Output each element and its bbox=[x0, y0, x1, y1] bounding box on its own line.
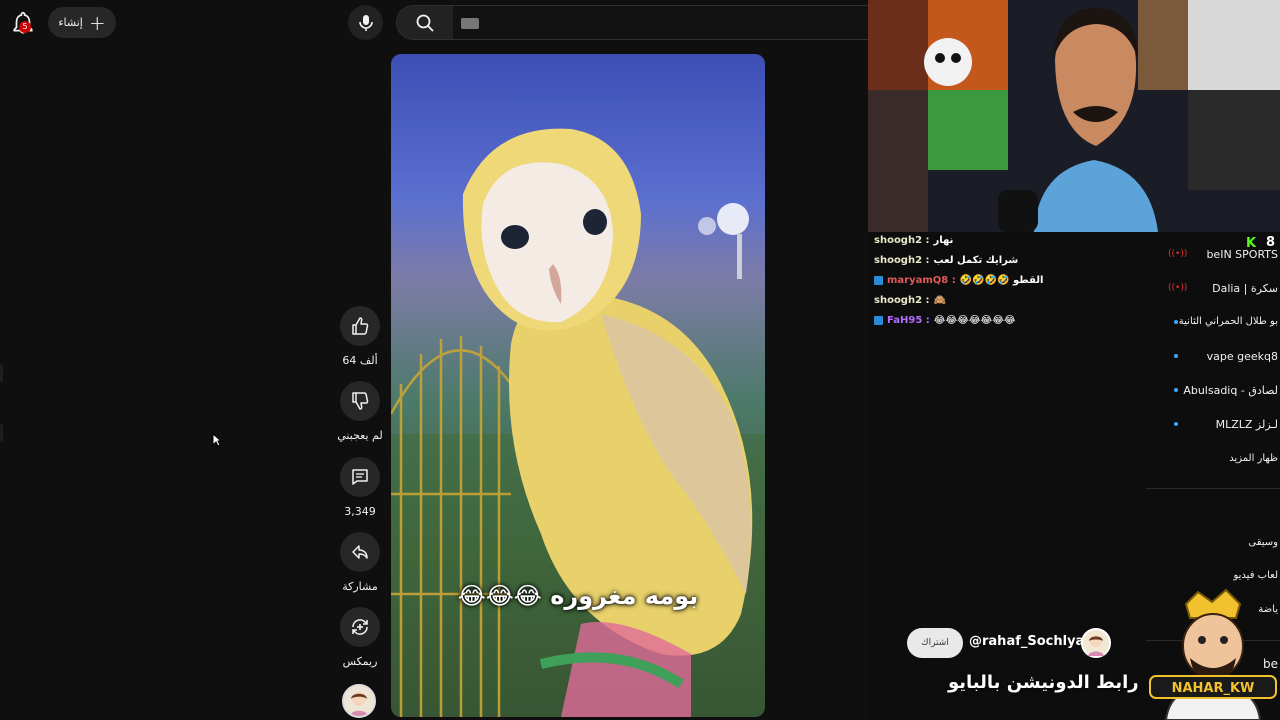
mascot-icon: NAHAR_KW bbox=[1149, 588, 1277, 720]
share-icon bbox=[352, 545, 368, 559]
remix-label: ريمكس bbox=[342, 655, 378, 668]
like-button[interactable]: 64 ألف bbox=[337, 306, 383, 367]
video-caption: بومه مغروره 😂😂😂 bbox=[457, 582, 699, 610]
sidebar-item-channel[interactable]: Dalia | سكرة bbox=[1212, 282, 1278, 295]
avatar-illustration bbox=[1088, 635, 1104, 656]
chat-user: maryamQ8 : bbox=[887, 275, 956, 286]
search-button[interactable] bbox=[397, 6, 453, 39]
handle-avatar bbox=[1081, 628, 1111, 658]
thumbs-down-icon bbox=[352, 392, 369, 410]
search-icon bbox=[416, 14, 434, 32]
chat-text: شرايك تكمل لعب bbox=[933, 255, 1019, 266]
comment-icon bbox=[352, 469, 368, 485]
chat-message: FaH95 : 😂😂😂😂😂😂😂 bbox=[874, 315, 1016, 326]
share-label: مشاركة bbox=[342, 580, 378, 593]
chat-message: shoogh2 : شرايك تكمل لعب bbox=[874, 255, 1018, 266]
create-label: إنشاء bbox=[58, 16, 83, 29]
channel-handle: @rahaf_Sochlyat bbox=[969, 634, 1091, 649]
live-icon: ((•)) bbox=[1168, 249, 1188, 259]
owl-video-frame bbox=[391, 128, 765, 717]
thumbs-up-icon bbox=[352, 317, 369, 335]
channel-avatar[interactable] bbox=[342, 684, 376, 718]
subscriber-badge-icon bbox=[874, 276, 883, 285]
nahar-mascot-logo: NAHAR_KW bbox=[1146, 586, 1280, 720]
notifications-button[interactable]: 5 bbox=[10, 10, 36, 36]
sidebar-item-channel[interactable]: vape geekq8 bbox=[1207, 350, 1278, 363]
sidebar-item-gaming[interactable]: لعاب فيديو bbox=[1233, 570, 1278, 581]
comment-count: 3,349 bbox=[344, 505, 376, 518]
sidebar-item-channel[interactable]: MLZLZ لـزلز bbox=[1216, 418, 1278, 431]
sidebar-divider bbox=[1146, 488, 1280, 489]
share-button[interactable]: مشاركة bbox=[337, 532, 383, 593]
chat-message: shoogh2 : 🙈 bbox=[874, 295, 946, 306]
mouse-cursor-icon bbox=[212, 433, 222, 447]
donation-link-banner: رابط الدونيشن بالبايو bbox=[948, 672, 1139, 693]
chat-message: maryamQ8 : القطو 🤣🤣🤣🤣 bbox=[874, 275, 1043, 286]
avatar-illustration bbox=[350, 692, 368, 716]
remix-button[interactable]: ريمكس bbox=[337, 607, 383, 668]
chat-text: القطو 🤣🤣🤣🤣 bbox=[959, 275, 1044, 286]
comments-button[interactable]: 3,349 bbox=[337, 457, 383, 518]
mascot-name: NAHAR_KW bbox=[1172, 681, 1255, 696]
chat-message: shoogh2 : نهار bbox=[874, 235, 953, 246]
remix-icon bbox=[352, 619, 368, 635]
plus-icon: + bbox=[88, 10, 106, 35]
microphone-icon bbox=[358, 14, 373, 31]
new-content-dot-icon bbox=[1174, 388, 1178, 392]
subscriber-badge-icon bbox=[874, 316, 883, 325]
scroll-edge-mark bbox=[0, 364, 3, 382]
scroll-edge-mark bbox=[0, 424, 3, 442]
show-more-button[interactable]: ظهار المزيد bbox=[1229, 453, 1278, 464]
keyboard-icon[interactable] bbox=[461, 18, 479, 29]
search-input[interactable] bbox=[396, 5, 876, 40]
sidebar-item-channel[interactable]: بو طلال الحمراني الثانية bbox=[1179, 316, 1278, 327]
streamer-webcam bbox=[868, 0, 1280, 232]
new-content-dot-icon bbox=[1174, 320, 1178, 324]
new-content-dot-icon bbox=[1174, 422, 1178, 426]
chat-text: 🙈 bbox=[933, 295, 946, 306]
sidebar-item-channel[interactable]: beIN SPORTS bbox=[1206, 248, 1278, 261]
dislike-label: لم يعجبني bbox=[337, 429, 383, 442]
notification-badge: 5 bbox=[19, 21, 31, 33]
chat-user: shoogh2 : bbox=[874, 295, 930, 306]
dislike-button[interactable]: لم يعجبني bbox=[337, 381, 383, 442]
live-icon: ((•)) bbox=[1168, 283, 1188, 293]
chat-user: shoogh2 : bbox=[874, 255, 930, 266]
chat-text: 😂😂😂😂😂😂😂 bbox=[933, 315, 1016, 326]
new-content-dot-icon bbox=[1174, 354, 1178, 358]
subscribe-button[interactable]: اشتراك bbox=[907, 628, 963, 658]
chat-text: نهار bbox=[933, 235, 954, 246]
like-count: 64 ألف bbox=[342, 354, 378, 367]
sidebar-item-channel[interactable]: Abulsadiq - لصادق bbox=[1183, 384, 1278, 397]
short-video-player[interactable]: بومه مغروره 😂😂😂 bbox=[391, 54, 765, 717]
webcam-scene bbox=[868, 0, 1280, 232]
create-button[interactable]: إنشاء + bbox=[48, 7, 116, 38]
voice-search-button[interactable] bbox=[348, 5, 383, 40]
chat-user: shoogh2 : bbox=[874, 235, 930, 246]
chat-user: FaH95 : bbox=[887, 315, 930, 326]
top-bar: 5 إنشاء + bbox=[0, 0, 876, 46]
sidebar-item-music[interactable]: وسيقى bbox=[1248, 537, 1278, 548]
